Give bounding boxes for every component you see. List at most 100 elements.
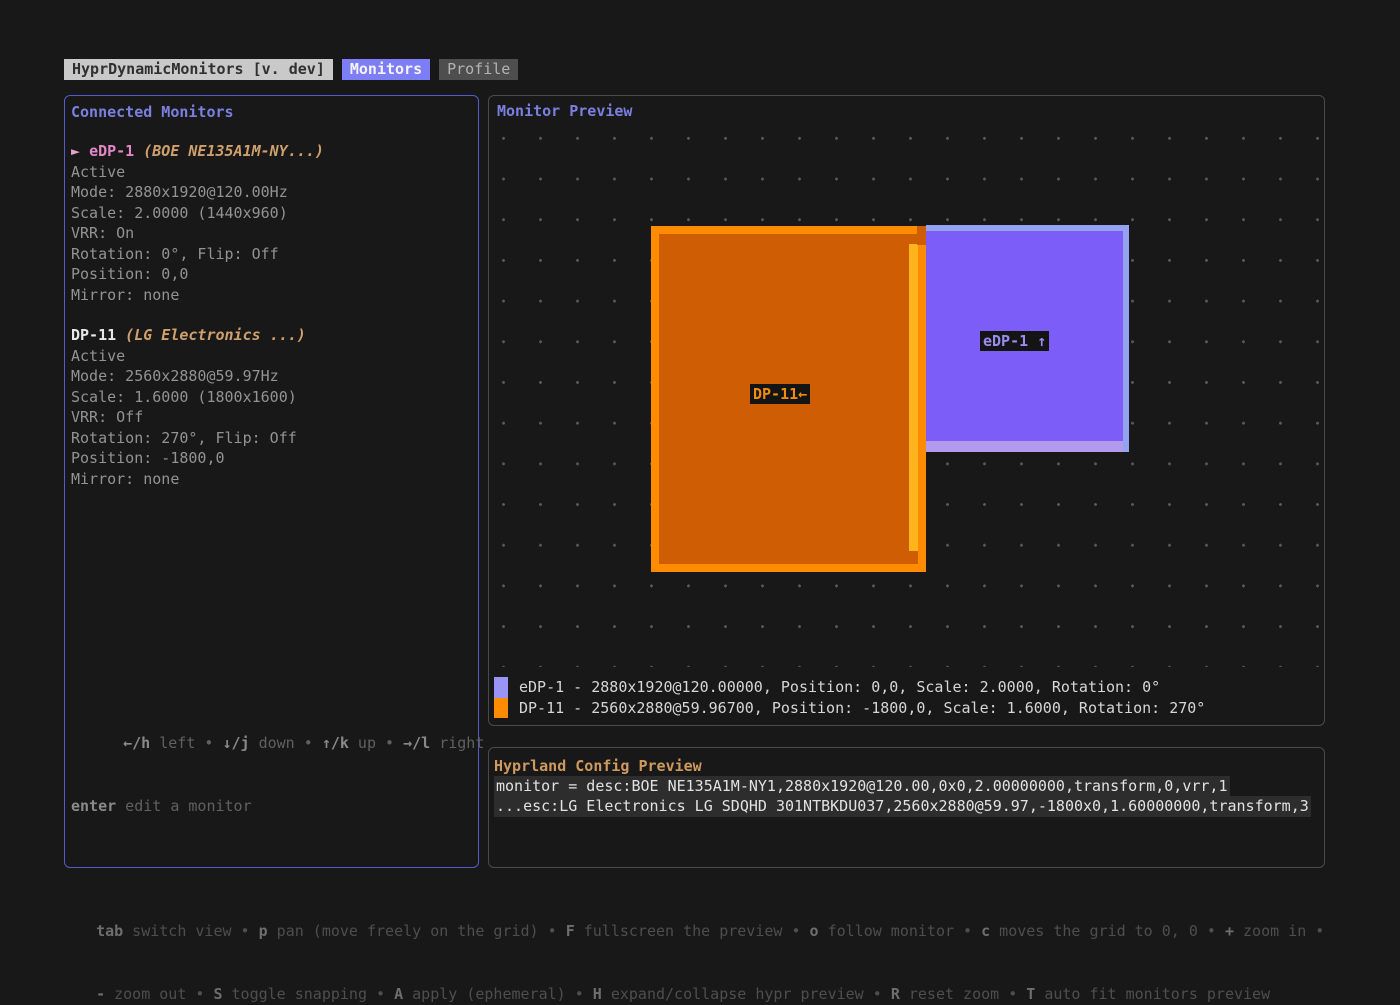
monitor-card-dp11[interactable]: DP-11 (LG Electronics ...) ActiveMode: 2… [71,325,472,489]
tab-profile[interactable]: Profile [439,59,518,80]
global-help-bar: tab switch view • p pan (move freely on … [78,879,1348,1005]
help-key: R [891,985,900,1003]
monitor-detail-list: ActiveMode: 2560x2880@59.97HzScale: 1.60… [71,346,472,490]
help-item: + zoom in • [1225,922,1324,940]
help-desc: zoom in [1234,922,1306,940]
config-lines: monitor = desc:BOE NE135A1M-NY1,2880x192… [494,776,1319,817]
monitor-detail-line: VRR: Off [71,407,472,428]
hint-desc: edit a monitor [116,797,251,815]
tab-monitors[interactable]: Monitors [342,59,430,80]
help-key: o [810,922,819,940]
hint-separator: • [195,734,222,752]
help-separator: • [782,922,809,940]
help-separator: • [864,985,891,1003]
monitor-description: (LG Electronics ...) [116,326,306,344]
help-separator: • [539,922,566,940]
help-item: F fullscreen the preview • [566,922,810,940]
legend-text: eDP-1 - 2880x1920@120.00000, Position: 0… [519,677,1160,698]
hint-desc: left [150,734,195,752]
help-separator: • [1306,922,1324,940]
help-separator: • [566,985,593,1003]
help-desc: auto fit monitors preview [1035,985,1270,1003]
help-key: T [1026,985,1035,1003]
enter-hint-line: enter edit a monitor [71,796,484,817]
help-desc: toggle snapping [223,985,368,1003]
help-key: p [259,922,268,940]
help-key: c [981,922,990,940]
selected-marker-icon: ► [71,142,89,160]
hyprland-config-panel: Hyprland Config Preview monitor = desc:B… [488,747,1325,868]
help-key: H [593,985,602,1003]
preview-monitor-edp1[interactable]: eDP-1 ↑ [926,225,1129,452]
legend-color-swatch [494,698,508,719]
help-key: S [213,985,222,1003]
config-title: Hyprland Config Preview [494,757,1319,775]
monitor-preview-panel: Monitor Preview Virtual Area: 5184x5184 … [488,95,1325,726]
monitor-detail-line: Active [71,162,472,183]
hint-desc: up [349,734,376,752]
monitor-name: eDP-1 [89,142,134,160]
app-title-tab: HyprDynamicMonitors [v. dev] [64,59,333,80]
monitor-detail-line: Position: 0,0 [71,264,472,285]
help-line-2: - zoom out • S toggle snapping • A apply… [78,942,1348,1005]
connected-monitors-title: Connected Monitors [71,103,472,121]
help-separator: • [186,985,213,1003]
help-desc: follow monitor [819,922,954,940]
help-separator: • [232,922,259,940]
help-item: o follow monitor • [810,922,982,940]
help-item: S toggle snapping • [213,985,394,1003]
hint-separator: • [295,734,322,752]
help-item: - zoom out • [96,985,213,1003]
nav-hints-line: ←/h left • ↓/j down • ↑/k up • →/l right [71,691,484,754]
monitor-detail-list: ActiveMode: 2880x1920@120.00HzScale: 2.0… [71,162,472,306]
help-key: tab [96,922,123,940]
monitor-detail-line: Scale: 2.0000 (1440x960) [71,203,472,224]
hint-key: ↑/k [322,734,349,752]
help-separator: • [999,985,1026,1003]
help-desc: zoom out [105,985,186,1003]
hint-key: enter [71,797,116,815]
connected-monitors-panel: Connected Monitors ► eDP-1 (BOE NE135A1M… [64,95,479,868]
nav-hint: ↑/k up • [322,734,403,752]
help-item: H expand/collapse hypr preview • [593,985,891,1003]
nav-hint: →/l right [403,734,484,752]
nav-hint: ↓/j down • [222,734,321,752]
help-line-1: tab switch view • p pan (move freely on … [78,879,1348,942]
monitor-detail-line: Position: -1800,0 [71,448,472,469]
help-item: tab switch view • [96,922,259,940]
dp11-label: DP-11← [750,384,810,404]
help-key: F [566,922,575,940]
hint-key: →/l [403,734,430,752]
hint-key: ↓/j [222,734,249,752]
help-separator: • [954,922,981,940]
help-key: + [1225,922,1234,940]
monitor-detail-line: Scale: 1.6000 (1800x1600) [71,387,472,408]
hint-desc: down [250,734,295,752]
monitor-detail-line: Rotation: 0°, Flip: Off [71,244,472,265]
tab-bar: HyprDynamicMonitors [v. dev] Monitors Pr… [64,59,518,80]
dp11-corner-notch [917,226,926,245]
monitor-detail-line: Active [71,346,472,367]
edp1-bottom-edge-indicator [926,441,1123,452]
legend-color-swatch [494,677,508,698]
monitor-card-edp1[interactable]: ► eDP-1 (BOE NE135A1M-NY...) ActiveMode:… [71,141,472,305]
dp11-right-edge-indicator [909,244,918,551]
help-item: R reset zoom • [891,985,1026,1003]
preview-monitor-dp11[interactable]: DP-11← [651,226,926,572]
monitor-detail-line: Mirror: none [71,285,472,306]
monitor-card-header: ► eDP-1 (BOE NE135A1M-NY...) [71,141,472,162]
monitor-card-header: DP-11 (LG Electronics ...) [71,325,472,346]
help-separator: • [1198,922,1225,940]
help-item: T auto fit monitors preview [1026,985,1270,1003]
hint-key: ←/h [123,734,150,752]
edp1-label: eDP-1 ↑ [980,331,1049,351]
help-key: - [96,985,105,1003]
monitor-detail-line: Mirror: none [71,469,472,490]
config-line: ...esc:LG Electronics LG SDQHD 301NTBKDU… [494,796,1311,816]
help-item: p pan (move freely on the grid) • [259,922,566,940]
help-key: A [394,985,403,1003]
legend-row: DP-11 - 2560x2880@59.96700, Position: -1… [494,698,1205,719]
help-separator: • [367,985,394,1003]
help-desc: fullscreen the preview [575,922,783,940]
help-desc: moves the grid to 0, 0 [990,922,1198,940]
